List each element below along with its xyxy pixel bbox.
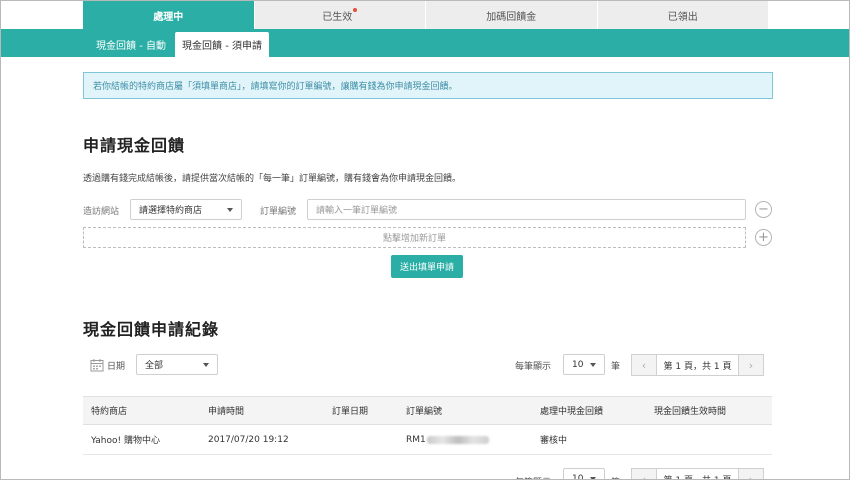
bottom-page-info: 第 1 頁，共 1 頁 [656,468,739,479]
store-select[interactable]: 請選擇特約商店 [130,199,242,220]
col-order-no: 訂單編號 [406,407,443,417]
table-row: Yahoo! 購物中心 2017/07/20 19:12 RM1 審核中 [83,425,772,455]
notification-dot-icon [353,8,358,12]
apply-description: 透過購有錢完成結帳後，請提供當次結帳的「每一筆」訂單編號，購有錢會為你申請現金回… [83,174,462,184]
per-page-suffix: 筆 [611,362,621,372]
date-label: 日期 [107,362,126,372]
chevron-right-icon: › [748,358,754,372]
tab-bonus[interactable]: 加碼回饋金 [426,1,598,29]
remove-row-icon[interactable]: − [755,201,772,218]
bottom-next-page-button[interactable]: › [738,468,764,480]
page-frame: 處理中 已生效 加碼回饋金 已領出 現金回饋 - 自動 現金回饋 - 須申請 若… [0,0,850,480]
per-page-select[interactable]: 10 [563,354,605,375]
date-filter-select[interactable]: 全部 [136,354,218,375]
table-header: 特約商店 申請時間 訂單日期 訂單編號 處理中現金回饋 現金回饋生效時間 [83,396,772,425]
bottom-per-page-select[interactable]: 10 [563,468,605,480]
chevron-down-icon [227,208,233,212]
page-info: 第 1 頁，共 1 頁 [656,354,739,376]
add-order-label: 點擊增加新訂單 [382,234,446,244]
chevron-left-icon: ‹ [641,472,647,480]
per-page-label: 每筆顯示 [515,362,552,372]
add-row-icon[interactable]: + [755,229,772,246]
store-select-value: 請選擇特約商店 [139,206,203,216]
chevron-down-icon [203,363,209,367]
status-tabs: 處理中 已生效 加碼回饋金 已領出 [83,1,769,29]
row-applied-at: 2017/07/20 19:12 [208,434,289,445]
site-label: 造訪網站 [83,207,120,217]
submit-button[interactable]: 送出填單申請 [391,255,463,278]
sub-tab-apply[interactable]: 現金回饋 - 須申請 [175,32,269,57]
sub-tab-auto[interactable]: 現金回饋 - 自動 [91,32,171,57]
sub-nav-bar: 現金回饋 - 自動 現金回饋 - 須申請 [1,29,849,57]
chevron-right-icon: › [748,472,754,480]
row-order-no: RM1 [406,425,489,454]
records-table: 特約商店 申請時間 訂單日期 訂單編號 處理中現金回饋 現金回饋生效時間 Yah… [83,396,772,455]
info-notice: 若你結帳的特約商店屬「須填單商店」，請填寫你的訂單編號，讓購有錢為你申請現金回饋… [83,72,773,99]
prev-page-button[interactable]: ‹ [631,354,657,376]
redacted-blur [426,435,489,444]
date-filter-value: 全部 [145,361,164,371]
order-number-placeholder: 請輸入一筆訂單編號 [316,206,398,216]
chevron-left-icon: ‹ [641,358,647,372]
col-applied-at: 申請時間 [208,407,245,417]
bottom-per-page-value: 10 [572,473,584,480]
col-order-date: 訂單日期 [332,407,369,417]
add-order-row-button[interactable]: 點擊增加新訂單 [83,227,746,248]
bottom-per-page-suffix: 筆 [611,475,620,479]
apply-section-title: 申請現金回饋 [83,136,186,155]
calendar-icon [90,359,104,372]
tab-effective[interactable]: 已生效 [254,1,426,29]
next-page-button[interactable]: › [738,354,764,376]
records-section-title: 現金回饋申請紀錄 [83,320,220,339]
tab-withdrawn[interactable]: 已領出 [597,1,769,29]
bottom-prev-page-button[interactable]: ‹ [631,468,657,480]
row-order-no-text: RM1 [406,434,426,445]
tab-processing[interactable]: 處理中 [83,1,255,29]
order-label: 訂單編號 [260,207,297,217]
chevron-down-icon [590,363,596,367]
row-store: Yahoo! 購物中心 [91,436,160,446]
col-status: 處理中現金回饋 [540,407,604,417]
col-effective: 現金回饋生效時間 [654,407,727,417]
row-status: 審核中 [540,436,568,446]
per-page-value: 10 [572,359,584,370]
col-store: 特約商店 [91,407,128,417]
order-number-input[interactable]: 請輸入一筆訂單編號 [307,199,746,220]
bottom-per-page-label: 每筆顯示 [515,475,551,479]
